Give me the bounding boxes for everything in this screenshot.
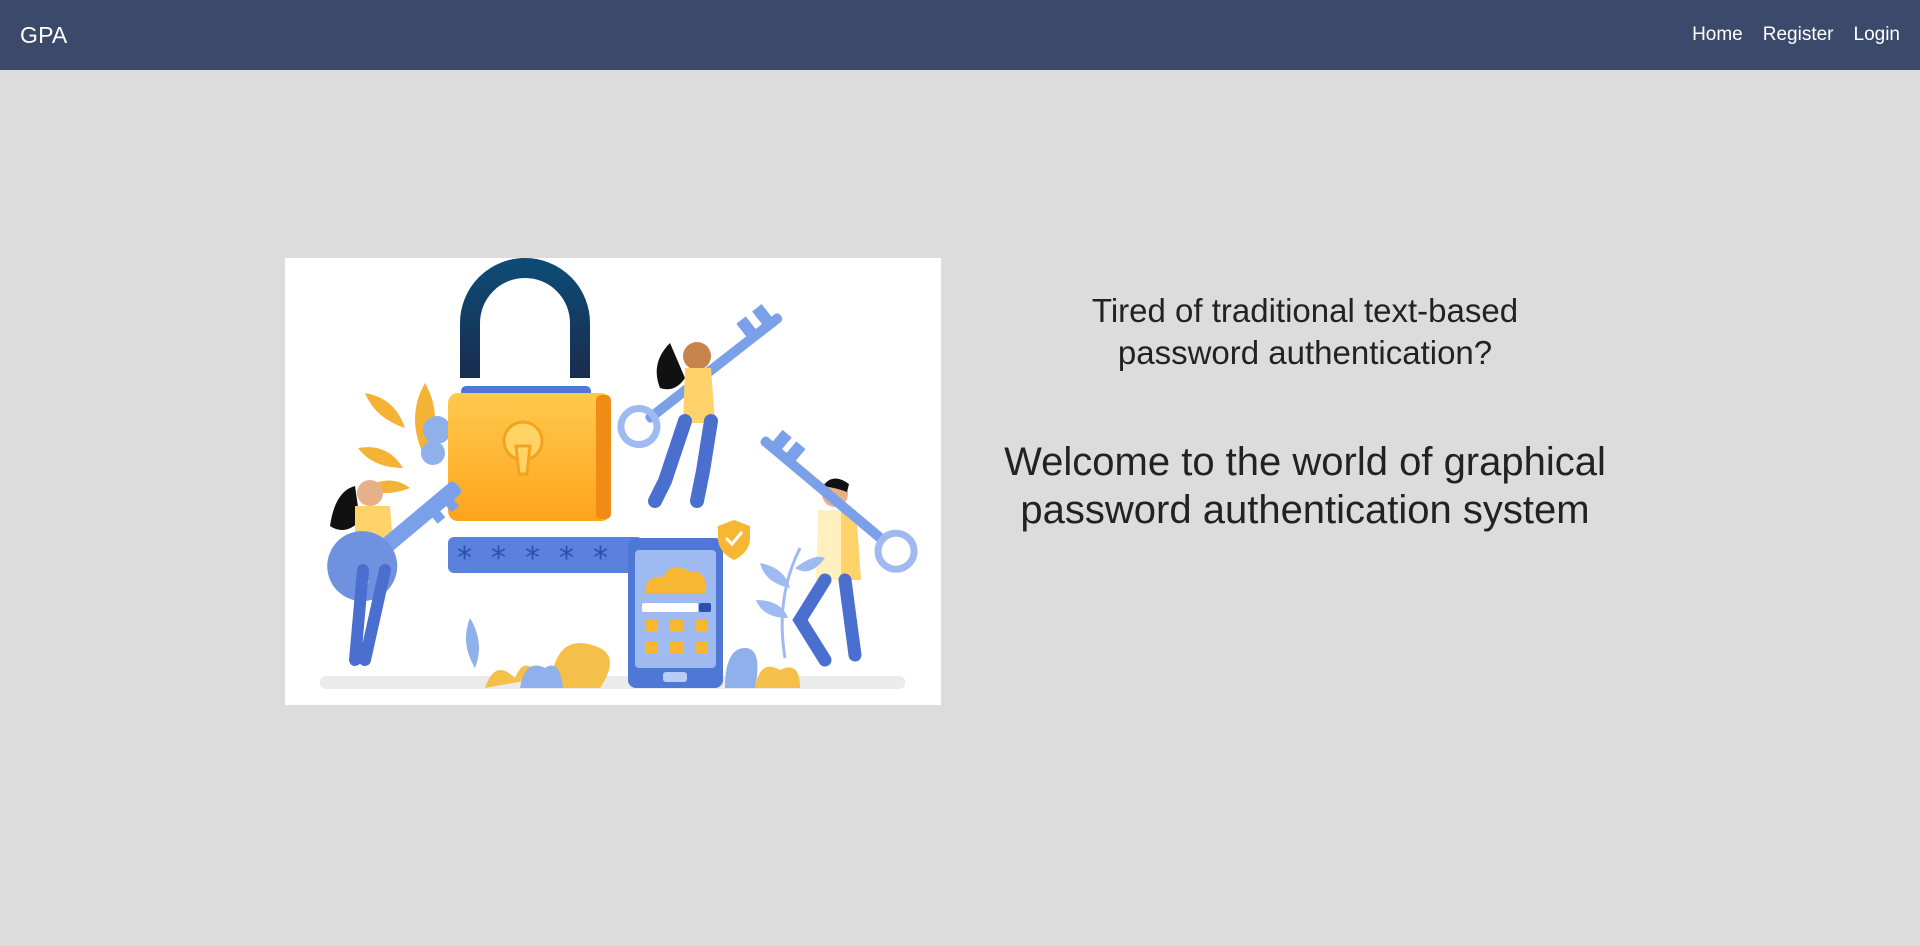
hero-subtitle: Tired of traditional text-based password…: [1091, 292, 1519, 371]
svg-text:*: *: [593, 541, 608, 576]
top-navbar: GPA Home Register Login: [0, 0, 1920, 70]
svg-text:*: *: [491, 541, 506, 576]
brand-link[interactable]: GPA: [20, 22, 67, 49]
svg-text:*: *: [559, 541, 574, 576]
nav-login-link[interactable]: Login: [1854, 24, 1901, 46]
svg-text:*: *: [457, 541, 472, 576]
hero-text: Tired of traditional text-based password…: [960, 280, 1650, 534]
nav-links: Home Register Login: [1672, 24, 1900, 46]
hero-illustration: * * * * *: [285, 258, 941, 705]
nav-register-link[interactable]: Register: [1763, 24, 1834, 46]
hero-title: Welcome to the world of graphical passwo…: [1004, 440, 1606, 532]
svg-text:*: *: [525, 541, 540, 576]
nav-home-link[interactable]: Home: [1692, 24, 1743, 46]
padlock-and-keys-illustration-icon: * * * * *: [320, 258, 918, 689]
